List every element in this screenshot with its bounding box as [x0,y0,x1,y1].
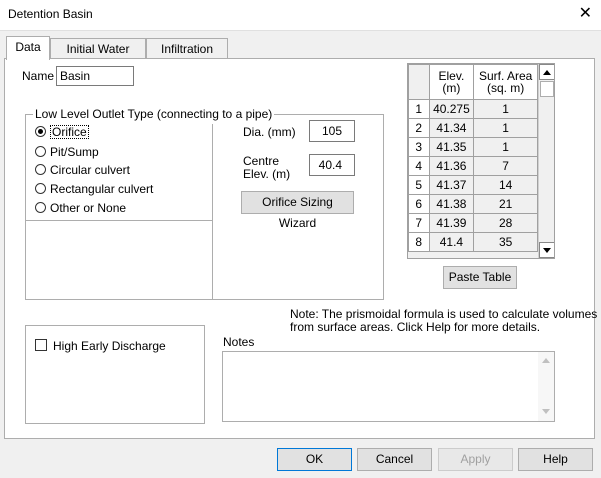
elev-cell[interactable]: 40.275 [428,99,475,119]
tab-data-label: Data [15,40,41,54]
notes-label: Notes [223,335,255,349]
outlet-group-label: Low Level Outlet Type (connecting to a p… [33,107,275,121]
area-cell[interactable]: 35 [473,232,538,252]
cancel-button[interactable]: Cancel [357,448,432,471]
table-scrollbar[interactable] [538,64,554,258]
tab-infiltration-data[interactable]: Infiltration Data [146,38,228,76]
area-cell[interactable]: 1 [473,99,538,119]
radio-button-icon [35,126,46,137]
area-cell[interactable]: 14 [473,175,538,195]
row-number-cell: 6 [408,194,430,214]
checkbox-icon [35,339,47,351]
radio-pit-sump-label: Pit/Sump [50,145,99,159]
table-header-row: Elev. (m) Surf. Area (sq. m) [408,64,538,100]
header-elev-line2: (m) [442,81,461,95]
row-number-cell: 5 [408,175,430,195]
window-title: Detention Basin [8,7,93,21]
notes-textarea[interactable] [222,351,555,422]
elev-cell[interactable]: 41.37 [428,175,475,195]
header-surf-area: Surf. Area (sq. m) [473,64,538,100]
elev-cell[interactable]: 41.39 [428,213,475,233]
prismoidal-note-line1: Note: The prismoidal formula is used to … [290,307,598,321]
table-row[interactable]: 1 40.275 1 [408,99,538,119]
table-row[interactable]: 3 41.35 1 [408,137,538,157]
centre-label-line1: Centre [243,154,280,168]
radio-button-icon [35,202,46,213]
name-label: Name [22,69,55,83]
table-row[interactable]: 5 41.37 14 [408,175,538,195]
radio-circular-culvert-label: Circular culvert [50,163,131,177]
centre-elev-input[interactable] [309,154,355,176]
elevation-area-table: Elev. (m) Surf. Area (sq. m) 1 40.275 1 2 41.3… [407,63,555,259]
arrow-up-icon [542,358,550,363]
row-number-cell: 2 [408,118,430,138]
row-number-cell: 1 [408,99,430,119]
table-corner [408,64,430,100]
apply-button[interactable]: Apply [438,448,513,471]
dia-input[interactable] [309,120,355,142]
tab-data[interactable]: Data [6,36,50,60]
arrow-down-icon [542,409,550,414]
row-number-cell: 7 [408,213,430,233]
elev-cell[interactable]: 41.35 [428,137,475,157]
area-cell[interactable]: 1 [473,137,538,157]
arrow-down-icon [543,248,551,253]
ok-button[interactable]: OK [277,448,352,471]
radio-orifice-label: Orifice [50,125,89,139]
elev-cell[interactable]: 41.34 [428,118,475,138]
outlet-divider-h [25,220,213,221]
table-grid: Elev. (m) Surf. Area (sq. m) 1 40.275 1 2 41.3… [408,64,538,252]
area-cell[interactable]: 1 [473,118,538,138]
arrow-up-icon [543,70,551,75]
close-icon[interactable]: ✕ [579,5,592,23]
elev-cell[interactable]: 41.4 [428,232,475,252]
radio-button-icon [35,146,46,157]
area-cell[interactable]: 7 [473,156,538,176]
radio-button-icon [35,164,46,175]
centre-label-line2: Elev. (m) [243,167,291,181]
table-row[interactable]: 4 41.36 7 [408,156,538,176]
title-bar: Detention Basin ✕ [0,0,601,31]
elev-cell[interactable]: 41.38 [428,194,475,214]
scroll-up-button[interactable] [539,64,554,80]
header-elev: Elev. (m) [428,64,475,100]
high-early-discharge-label: High Early Discharge [53,339,166,353]
radio-rectangular-culvert-label: Rectangular culvert [50,182,154,196]
prismoidal-note-line2: from surface areas. Click Help for more … [290,320,541,334]
table-row[interactable]: 2 41.34 1 [408,118,538,138]
name-input[interactable] [56,66,134,86]
scroll-thumb[interactable] [540,81,554,97]
elev-cell[interactable]: 41.36 [428,156,475,176]
row-number-cell: 3 [408,137,430,157]
table-row[interactable]: 6 41.38 21 [408,194,538,214]
table-row[interactable]: 7 41.39 28 [408,213,538,233]
radio-other-or-none-label: Other or None [50,201,127,215]
header-area-line2: (sq. m) [486,81,525,95]
scroll-down-button[interactable] [539,242,554,258]
area-cell[interactable]: 21 [473,194,538,214]
row-number-cell: 8 [408,232,430,252]
dia-label: Dia. (mm) [243,125,296,139]
outlet-divider-v [212,124,213,300]
notes-scrollbar[interactable] [538,352,554,421]
paste-table-button[interactable]: Paste Table [443,266,517,289]
help-button[interactable]: Help [518,448,593,471]
orifice-sizing-wizard-button[interactable]: Orifice Sizing Wizard [241,191,354,230]
tab-initial-water-level[interactable]: Initial Water Level [50,38,146,76]
radio-button-icon [35,183,46,194]
area-cell[interactable]: 28 [473,213,538,233]
table-row[interactable]: 8 41.4 35 [408,232,538,252]
row-number-cell: 4 [408,156,430,176]
